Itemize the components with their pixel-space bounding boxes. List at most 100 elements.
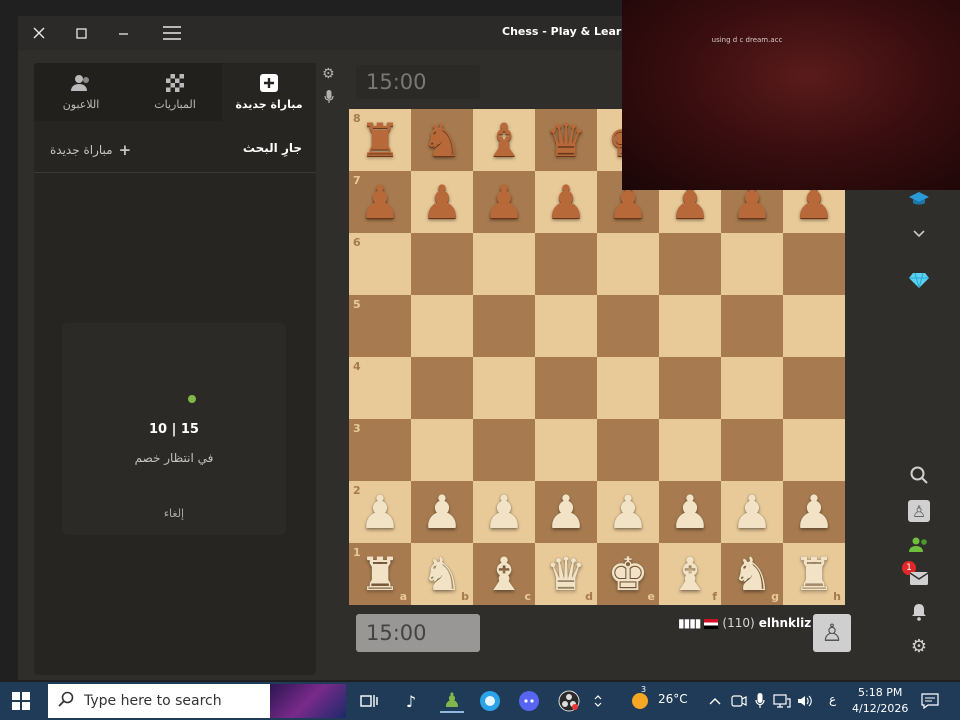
black-pawn-piece[interactable]: ♟	[359, 179, 400, 225]
square-d1[interactable]: d ♛	[535, 543, 597, 605]
square-g5[interactable]	[721, 295, 783, 357]
board-settings-icon[interactable]: ⚙	[322, 66, 335, 82]
discord-icon[interactable]	[517, 689, 541, 713]
square-c7[interactable]: ♟	[473, 171, 535, 233]
white-king-piece[interactable]: ♚	[607, 551, 648, 597]
square-a5[interactable]: 5	[349, 295, 411, 357]
square-a1[interactable]: 1 a ♜	[349, 543, 411, 605]
square-a6[interactable]: 6	[349, 233, 411, 295]
square-b8[interactable]: ♞	[411, 109, 473, 171]
square-e1[interactable]: e ♚	[597, 543, 659, 605]
task-view-icon[interactable]	[357, 689, 381, 713]
square-g3[interactable]	[721, 419, 783, 481]
microphone-icon[interactable]	[324, 89, 334, 103]
network-icon[interactable]	[770, 689, 794, 713]
cancel-seek-button[interactable]: إلغاء	[62, 507, 286, 520]
square-a4[interactable]: 4	[349, 357, 411, 419]
obs-icon[interactable]	[557, 689, 581, 713]
square-b7[interactable]: ♟	[411, 171, 473, 233]
tab-new-game[interactable]: مباراة جديدة	[222, 63, 316, 121]
square-c4[interactable]	[473, 357, 535, 419]
avatar[interactable]: ♙	[813, 614, 851, 652]
square-a7[interactable]: 7 ♟	[349, 171, 411, 233]
white-pawn-piece[interactable]: ♟	[359, 489, 400, 535]
square-b4[interactable]	[411, 357, 473, 419]
black-bishop-piece[interactable]: ♝	[483, 117, 524, 163]
microphone-tray-icon[interactable]	[748, 689, 772, 713]
square-c3[interactable]	[473, 419, 535, 481]
weather-icon[interactable]	[628, 689, 652, 713]
settings-gear-icon[interactable]: ⚙	[908, 635, 930, 657]
diamond-icon[interactable]	[908, 269, 930, 291]
square-e4[interactable]	[597, 357, 659, 419]
white-bishop-piece[interactable]: ♝	[669, 551, 710, 597]
square-c6[interactable]	[473, 233, 535, 295]
tab-games[interactable]: المباريات	[128, 63, 222, 121]
square-f2[interactable]: ♟	[659, 481, 721, 543]
square-d8[interactable]: ♛	[535, 109, 597, 171]
square-b6[interactable]	[411, 233, 473, 295]
white-pawn-piece[interactable]: ♟	[731, 489, 772, 535]
square-c2[interactable]: ♟	[473, 481, 535, 543]
white-rook-piece[interactable]: ♜	[793, 551, 834, 597]
square-a2[interactable]: 2 ♟	[349, 481, 411, 543]
white-pawn-piece[interactable]: ♟	[669, 489, 710, 535]
square-a8[interactable]: 8 ♜	[349, 109, 411, 171]
black-rook-piece[interactable]: ♜	[359, 117, 400, 163]
square-f3[interactable]	[659, 419, 721, 481]
square-g4[interactable]	[721, 357, 783, 419]
mail-icon[interactable]	[908, 567, 930, 589]
tiktok-icon[interactable]: ♪	[399, 689, 423, 713]
square-b1[interactable]: b ♞	[411, 543, 473, 605]
white-bishop-piece[interactable]: ♝	[483, 551, 524, 597]
square-e2[interactable]: ♟	[597, 481, 659, 543]
volume-icon[interactable]	[793, 689, 817, 713]
language-indicator[interactable]: ع	[829, 692, 836, 706]
chess-app-icon[interactable]: ♟	[440, 688, 464, 713]
black-pawn-piece[interactable]: ♟	[421, 179, 462, 225]
friends-icon[interactable]	[908, 534, 930, 556]
square-d7[interactable]: ♟	[535, 171, 597, 233]
weather-temp[interactable]: 26°C	[658, 692, 688, 706]
white-pawn-piece[interactable]: ♟	[793, 489, 834, 535]
white-pawn-piece[interactable]: ♟	[421, 489, 462, 535]
bell-icon[interactable]	[908, 601, 930, 623]
square-h5[interactable]	[783, 295, 845, 357]
square-e6[interactable]	[597, 233, 659, 295]
notification-center-icon[interactable]	[918, 689, 942, 713]
square-d6[interactable]	[535, 233, 597, 295]
pawn-avatar-icon[interactable]: ♙	[908, 500, 930, 522]
white-pawn-piece[interactable]: ♟	[607, 489, 648, 535]
square-d2[interactable]: ♟	[535, 481, 597, 543]
square-c1[interactable]: c ♝	[473, 543, 535, 605]
browser-icon[interactable]	[478, 689, 502, 713]
square-h1[interactable]: h ♜	[783, 543, 845, 605]
square-c5[interactable]	[473, 295, 535, 357]
new-game-button[interactable]: مباراة جديدة +	[50, 141, 131, 159]
square-e3[interactable]	[597, 419, 659, 481]
square-d5[interactable]	[535, 295, 597, 357]
square-g2[interactable]: ♟	[721, 481, 783, 543]
square-h6[interactable]	[783, 233, 845, 295]
square-g6[interactable]	[721, 233, 783, 295]
square-d3[interactable]	[535, 419, 597, 481]
square-f1[interactable]: f ♝	[659, 543, 721, 605]
chevron-down-icon[interactable]	[908, 223, 930, 245]
square-h4[interactable]	[783, 357, 845, 419]
square-f6[interactable]	[659, 233, 721, 295]
square-e5[interactable]	[597, 295, 659, 357]
player-name[interactable]: elhnkliz	[759, 616, 812, 630]
black-knight-piece[interactable]: ♞	[421, 117, 462, 163]
square-c8[interactable]: ♝	[473, 109, 535, 171]
hamburger-menu-icon[interactable]	[152, 16, 192, 50]
white-knight-piece[interactable]: ♞	[731, 551, 772, 597]
square-h2[interactable]: ♟	[783, 481, 845, 543]
square-b3[interactable]	[411, 419, 473, 481]
chevron-up-icon[interactable]	[703, 689, 727, 713]
tab-players[interactable]: اللاعبون	[34, 63, 128, 121]
white-pawn-piece[interactable]: ♟	[483, 489, 524, 535]
black-pawn-piece[interactable]: ♟	[545, 179, 586, 225]
system-clock[interactable]: 5:18 PM 4/12/2026	[852, 685, 908, 717]
maximize-icon[interactable]	[60, 16, 102, 50]
white-knight-piece[interactable]: ♞	[421, 551, 462, 597]
